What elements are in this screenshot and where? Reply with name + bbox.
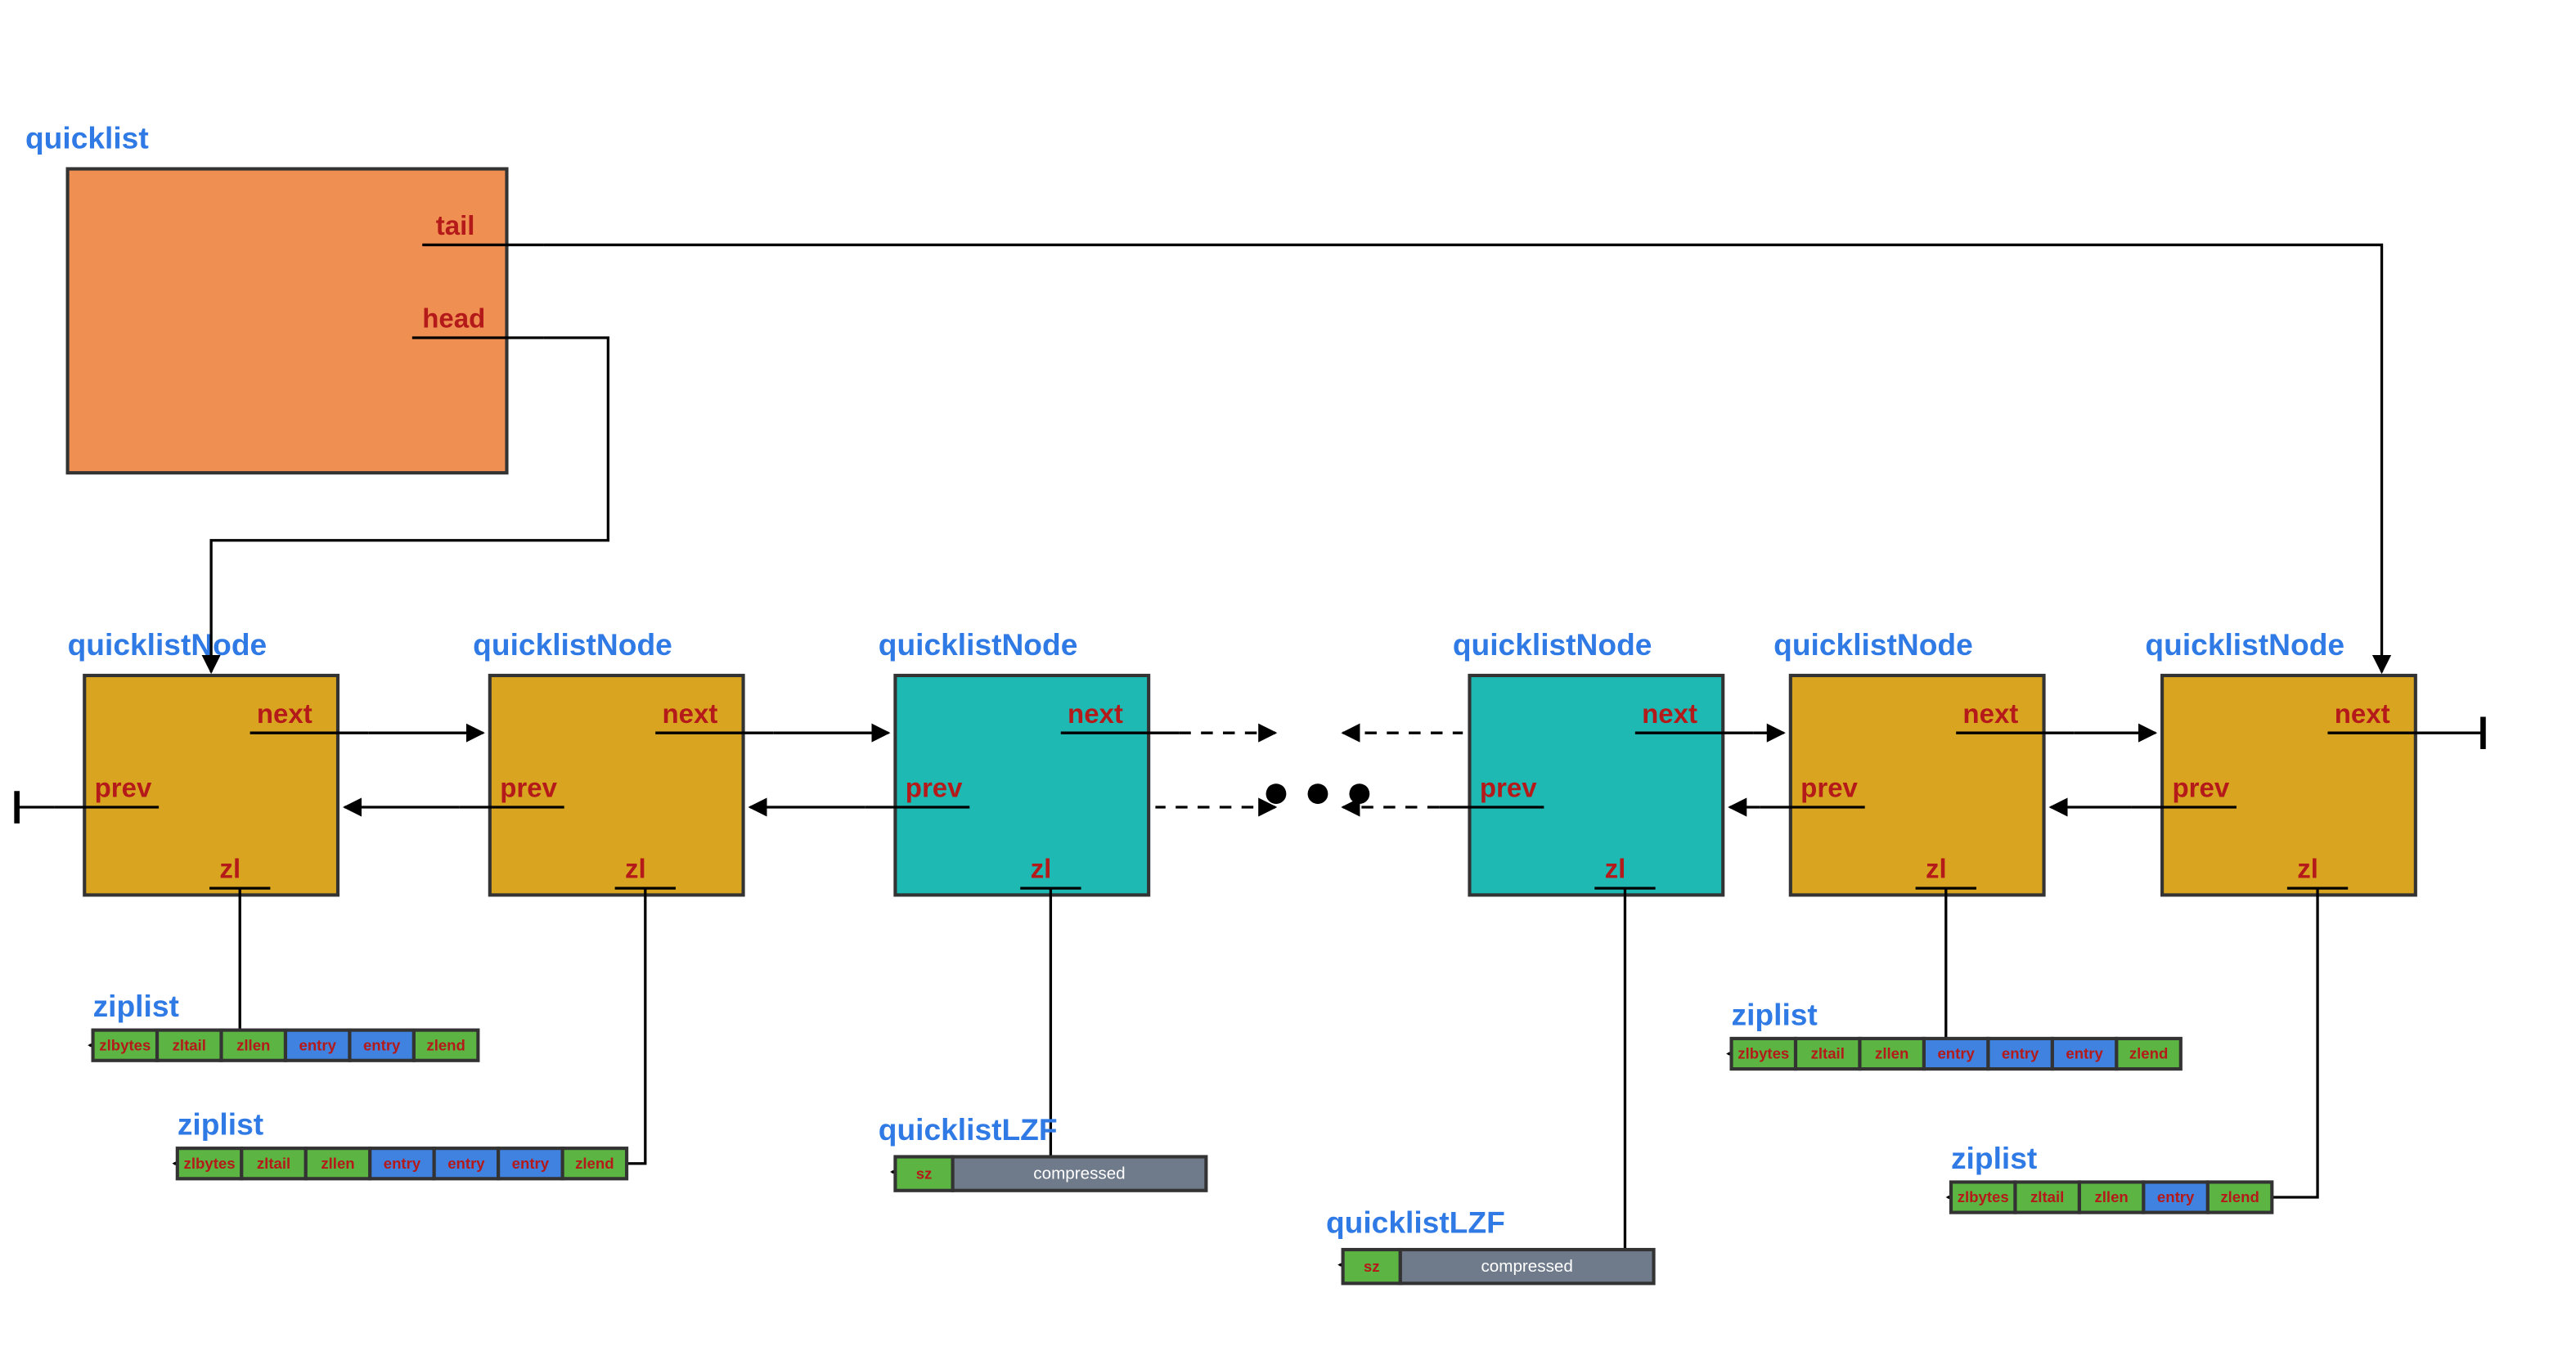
node-title-1: quicklistNode bbox=[473, 627, 672, 662]
ziplist-cell-label: zlend bbox=[426, 1036, 465, 1053]
lzf-sz-label: sz bbox=[916, 1165, 933, 1182]
node-prev-3: prev bbox=[1480, 773, 1537, 803]
ziplist-cell-label: entry bbox=[2157, 1188, 2195, 1205]
node-prev-2: prev bbox=[906, 773, 963, 803]
node-title-0: quicklistNode bbox=[68, 627, 267, 662]
node-title-2: quicklistNode bbox=[879, 627, 1078, 662]
node-zl-0: zl bbox=[219, 854, 241, 884]
ziplist-cell-label: entry bbox=[512, 1155, 550, 1172]
quicklist-diagram: quicklist tail head quicklistNode next prev zl… bbox=[0, 0, 2576, 1351]
node-prev-0: prev bbox=[95, 773, 152, 803]
ellipsis: ● ● ● bbox=[1261, 765, 1373, 818]
node-next-1: next bbox=[662, 698, 717, 729]
ziplist-cell-label: zllen bbox=[321, 1155, 354, 1172]
node-zl-4: zl bbox=[1926, 854, 1947, 884]
ziplist-cell-label: zltail bbox=[173, 1036, 206, 1053]
node-zl-5: zl bbox=[2297, 854, 2318, 884]
ziplist-title-3: ziplist bbox=[1951, 1141, 2037, 1175]
lzf-compressed-label: compressed bbox=[1481, 1257, 1573, 1276]
ziplist-title-0: ziplist bbox=[93, 989, 179, 1023]
ziplist-cell-label: zlbytes bbox=[1738, 1045, 1789, 1062]
ziplist-cell-label: entry bbox=[2002, 1045, 2039, 1062]
lzf-sz-label: sz bbox=[1364, 1258, 1380, 1275]
ziplist-title-1: ziplist bbox=[178, 1107, 263, 1142]
ziplist-cell-label: zltail bbox=[2030, 1188, 2064, 1205]
ziplist-title-2: ziplist bbox=[1732, 997, 1818, 1031]
node-prev-1: prev bbox=[500, 773, 557, 803]
ziplist-cell-label: zltail bbox=[257, 1155, 290, 1172]
ziplist-cell-label: entry bbox=[299, 1036, 336, 1053]
ziplist-cell-label: entry bbox=[1937, 1045, 1975, 1062]
ziplist-cell-label: entry bbox=[384, 1155, 421, 1172]
node-zl-3: zl bbox=[1605, 854, 1626, 884]
lzf-title-0: quicklistLZF bbox=[879, 1112, 1058, 1147]
ziplist-cell-label: zllen bbox=[1875, 1045, 1908, 1062]
node-next-2: next bbox=[1068, 698, 1123, 729]
node-next-5: next bbox=[2335, 698, 2390, 729]
ziplist-cell-label: zllen bbox=[2094, 1188, 2128, 1205]
ziplist-cell-label: zlend bbox=[575, 1155, 614, 1172]
quicklist-head-label: head bbox=[422, 303, 485, 334]
node-title-5: quicklistNode bbox=[2145, 627, 2344, 662]
node-prev-4: prev bbox=[1801, 773, 1858, 803]
ziplist-cell-label: zlbytes bbox=[1958, 1188, 2009, 1205]
ziplist-cell-label: zltail bbox=[1811, 1045, 1845, 1062]
ziplist-cell-label: zlbytes bbox=[99, 1036, 151, 1053]
quicklist-tail-label: tail bbox=[436, 210, 475, 240]
lzf-title-1: quicklistLZF bbox=[1326, 1205, 1505, 1239]
ziplist-cell-label: entry bbox=[2066, 1045, 2103, 1062]
node-next-0: next bbox=[257, 698, 312, 729]
ziplist-cell-label: zlend bbox=[2220, 1188, 2259, 1205]
ziplist-cell-label: zlend bbox=[2129, 1045, 2168, 1062]
ziplist-cell-label: entry bbox=[447, 1155, 485, 1172]
quicklist-title: quicklist bbox=[25, 121, 149, 155]
node-next-4: next bbox=[1962, 698, 2018, 729]
node-title-3: quicklistNode bbox=[1453, 627, 1652, 662]
ziplist-cell-label: entry bbox=[363, 1036, 401, 1053]
node-prev-5: prev bbox=[2172, 773, 2229, 803]
node-zl-1: zl bbox=[625, 854, 646, 884]
tail-pointer bbox=[544, 245, 2382, 671]
node-title-4: quicklistNode bbox=[1774, 627, 1973, 662]
lzf-compressed-label: compressed bbox=[1033, 1164, 1125, 1183]
ziplist-cell-label: zllen bbox=[236, 1036, 270, 1053]
node-zl-2: zl bbox=[1031, 854, 1052, 884]
ziplist-cell-label: zlbytes bbox=[184, 1155, 236, 1172]
node-next-3: next bbox=[1642, 698, 1697, 729]
